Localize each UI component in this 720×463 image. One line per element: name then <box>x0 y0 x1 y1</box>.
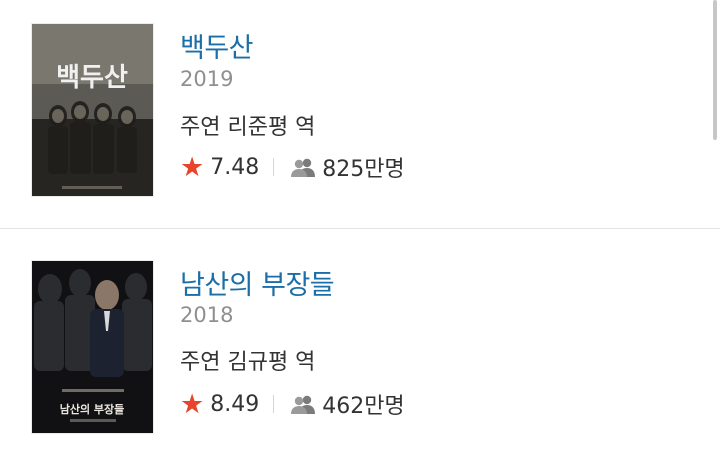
movie-rating: 8.49 <box>210 391 260 417</box>
movie-title[interactable]: 백두산 <box>180 26 254 65</box>
poster-artwork: 백두산 <box>32 24 153 196</box>
people-icon <box>291 158 316 177</box>
people-icon <box>291 395 316 414</box>
meta-separator <box>273 158 275 176</box>
movie-item[interactable]: 남산의 부장들 남산의 부장들 2018 주연 김규평 역 ★ 8.49 462… <box>0 229 720 463</box>
movie-year: 2019 <box>180 67 234 91</box>
star-icon: ★ <box>180 388 205 420</box>
movie-role: 주연 김규평 역 <box>180 350 316 375</box>
movie-title[interactable]: 남산의 부장들 <box>180 263 335 302</box>
movie-poster[interactable]: 남산의 부장들 <box>32 261 153 433</box>
poster-title-text: 남산의 부장들 <box>60 402 125 416</box>
meta-separator <box>273 395 275 413</box>
movie-poster[interactable]: 백두산 <box>32 24 153 196</box>
movie-year: 2018 <box>180 303 234 327</box>
poster-artwork: 남산의 부장들 <box>32 261 153 433</box>
movie-audience: 825만명 <box>322 157 405 182</box>
movie-item[interactable]: 백두산 백두산 2019 주연 리준평 역 ★ 7.48 825만명 <box>0 0 720 228</box>
star-icon: ★ <box>180 151 205 183</box>
movie-meta: ★ 7.48 825만명 <box>180 151 405 183</box>
movie-audience: 462만명 <box>322 394 405 419</box>
movie-role: 주연 리준평 역 <box>180 115 316 140</box>
movie-meta: ★ 8.49 462만명 <box>180 388 405 420</box>
scrollbar[interactable] <box>713 0 717 140</box>
movie-rating: 7.48 <box>210 154 260 180</box>
poster-title-text: 백두산 <box>56 63 128 93</box>
